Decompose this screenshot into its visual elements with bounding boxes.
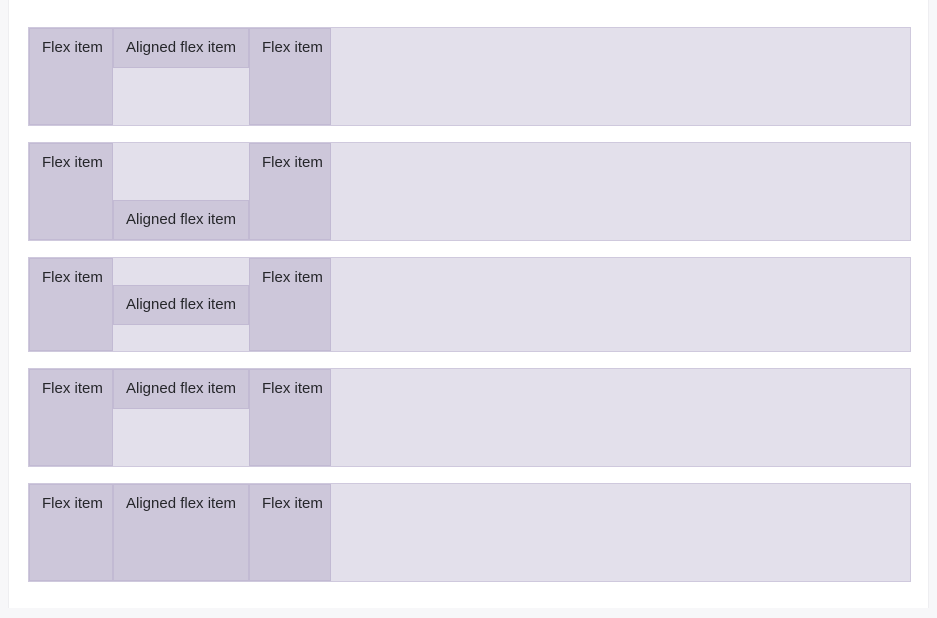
aligned-item-track: Aligned flex item [113,258,249,351]
flex-item: Flex item [29,258,113,351]
flex-item: Flex item [249,143,331,240]
flex-container-flex-end: Flex item Aligned flex item Flex item [28,142,911,241]
aligned-item-track: Aligned flex item [113,28,249,125]
aligned-flex-item: Aligned flex item [113,28,249,68]
aligned-flex-item: Aligned flex item [113,369,249,409]
flex-item: Flex item [29,143,113,240]
aligned-flex-item: Aligned flex item [113,200,249,240]
aligned-item-track: Aligned flex item [113,369,249,466]
flex-item: Flex item [29,369,113,466]
aligned-item-track: Aligned flex item [113,143,249,240]
aligned-flex-item: Aligned flex item [113,484,249,581]
flex-demo-stack: Flex item Aligned flex item Flex item Fl… [28,27,911,582]
flex-container-stretch: Flex item Aligned flex item Flex item [28,483,911,582]
aligned-item-track: Aligned flex item [113,484,249,581]
page-canvas: Flex item Aligned flex item Flex item Fl… [8,0,929,608]
flex-item: Flex item [29,484,113,581]
flex-container-baseline: Flex item Aligned flex item Flex item [28,368,911,467]
flex-container-flex-start: Flex item Aligned flex item Flex item [28,27,911,126]
flex-container-free-space [331,369,910,466]
flex-container-free-space [331,28,910,125]
flex-container-free-space [331,258,910,351]
flex-container-center: Flex item Aligned flex item Flex item [28,257,911,352]
aligned-flex-item: Aligned flex item [113,284,249,325]
flex-item: Flex item [249,258,331,351]
flex-item: Flex item [249,484,331,581]
flex-item: Flex item [249,28,331,125]
flex-container-free-space [331,484,910,581]
flex-item: Flex item [29,28,113,125]
flex-item: Flex item [249,369,331,466]
flex-container-free-space [331,143,910,240]
